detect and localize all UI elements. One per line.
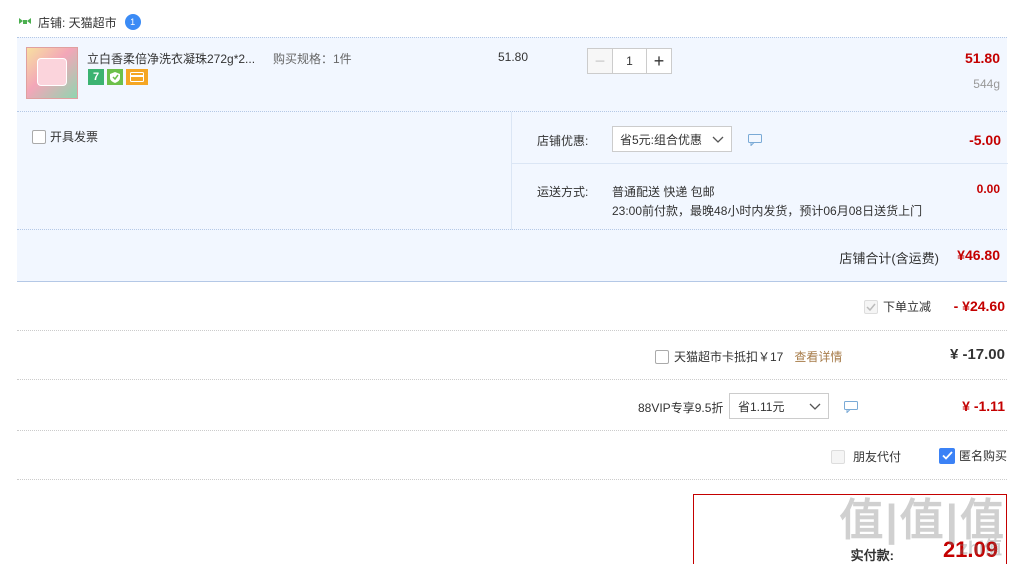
store-total-label: 店铺合计(含运费) <box>839 251 939 266</box>
vip-label: 88VIP专享9.5折 <box>638 401 724 415</box>
invoice-checkbox[interactable] <box>32 129 46 144</box>
shield-icon <box>107 69 123 85</box>
product-thumbnail[interactable] <box>26 47 78 99</box>
tmall-card-value: ¥ -17.00 <box>949 346 1005 363</box>
divider <box>17 479 1007 480</box>
discount-value: -5.00 <box>969 132 1001 148</box>
store-total-value: ¥46.80 <box>957 247 1000 263</box>
instant-discount-value: - ¥24.60 <box>953 298 1005 314</box>
friend-pay-option: 朋友代付 <box>831 448 901 465</box>
order-options: 开具发票 店铺优惠: 省5元:组合优惠 -5.00 运送方式: 普通配送 快递 … <box>17 112 1008 230</box>
divider <box>17 330 1007 331</box>
tmall-card-option[interactable]: 天猫超市卡抵扣￥17 查看详情 <box>655 348 842 365</box>
wangwang-chat-icon[interactable]: 1 <box>124 14 141 30</box>
discount-label: 店铺优惠: <box>537 134 589 148</box>
vip-value: ¥ -1.11 <box>962 398 1005 414</box>
seven-day-return-icon: 7 <box>88 69 104 85</box>
unit-price: 51.80 <box>498 50 529 64</box>
shipping-method: 普通配送 快递 包邮 <box>612 185 715 199</box>
increase-button[interactable]: + <box>646 48 672 74</box>
chevron-down-icon <box>809 403 821 410</box>
message-icon[interactable] <box>748 134 762 146</box>
tmall-card-checkbox[interactable] <box>655 349 669 364</box>
item-weight: 544g <box>973 77 1000 91</box>
discount-row: 店铺优惠: 省5元:组合优惠 -5.00 <box>512 112 1008 164</box>
discount-selected: 省5元:组合优惠 <box>620 132 703 147</box>
divider <box>17 430 1007 431</box>
quantity-stepper: − 1 + <box>587 48 672 74</box>
anonymous-checkbox[interactable] <box>939 447 955 464</box>
instant-discount-checkbox <box>864 299 878 314</box>
message-icon[interactable] <box>844 401 858 413</box>
divider <box>17 379 1007 380</box>
discount-select[interactable]: 省5元:组合优惠 <box>612 126 732 152</box>
card-icon <box>126 69 148 85</box>
watermark-subtext: zhi值 <box>959 538 1002 558</box>
invoice-label: 开具发票 <box>50 130 99 144</box>
cart-item-row: 立白香柔倍净洗衣凝珠272g*2... 购买规格：1件 51.80 7 − 1 … <box>17 37 1007 112</box>
options-right-panel: 店铺优惠: 省5元:组合优惠 -5.00 运送方式: 普通配送 快递 包邮 23… <box>511 112 1008 230</box>
invoice-option[interactable]: 开具发票 <box>32 128 98 145</box>
shipping-label: 运送方式: <box>537 185 589 199</box>
vip-select[interactable]: 省1.11元 <box>729 393 829 419</box>
store-name[interactable]: 店铺: 天猫超市 <box>38 14 117 31</box>
store-header: 店铺: 天猫超市 1 <box>18 12 141 32</box>
anonymous-option[interactable]: 匿名购买 <box>939 447 1007 464</box>
anonymous-label: 匿名购买 <box>959 449 1008 463</box>
item-total-price: 51.80 <box>964 50 1000 66</box>
shipping-eta: 23:00前付款，最晚48小时内发货，预计06月08日送货上门 <box>612 204 923 218</box>
chevron-down-icon <box>712 136 724 143</box>
store-total-row: 店铺合计(含运费) ¥46.80 <box>17 230 1007 282</box>
vip-selected: 省1.11元 <box>738 399 785 414</box>
tmall-card-label: 天猫超市卡抵扣￥17 <box>674 350 784 364</box>
product-title[interactable]: 立白香柔倍净洗衣凝珠272g*2... <box>87 50 255 67</box>
friend-pay-checkbox <box>831 449 845 464</box>
instant-discount-option: 下单立减 <box>864 298 931 315</box>
decrease-button[interactable]: − <box>587 48 613 74</box>
view-details-link[interactable]: 查看详情 <box>794 348 842 365</box>
store-icon <box>19 18 31 24</box>
instant-discount-label: 下单立减 <box>883 300 932 314</box>
friend-pay-label: 朋友代付 <box>853 450 902 464</box>
shipping-value: 0.00 <box>976 182 1000 196</box>
quantity-input[interactable]: 1 <box>613 48 646 74</box>
service-badges: 7 <box>88 69 148 85</box>
product-spec: 购买规格：1件 <box>273 52 352 66</box>
